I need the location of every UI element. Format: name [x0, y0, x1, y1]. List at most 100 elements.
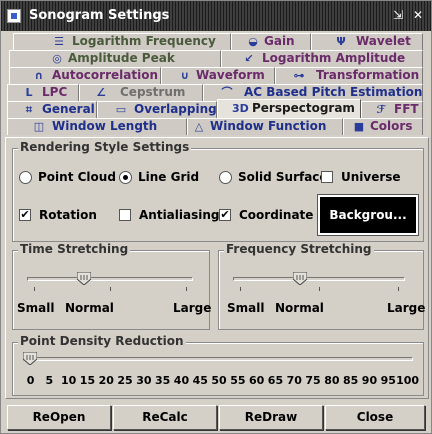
checkbox-box: ✔ [219, 208, 231, 221]
freq-stretch-thumb[interactable] [293, 272, 308, 285]
radio-indicator [19, 170, 32, 184]
density-tick-label: 30 [136, 374, 152, 387]
density-tick-label: 50 [211, 374, 227, 387]
time-large-label: Large [173, 301, 212, 315]
time-stretch-thumb[interactable] [77, 272, 92, 285]
density-tick-label: 55 [230, 374, 246, 387]
frequency-stretching-panel: Frequency Stretching Small Normal Large [218, 242, 426, 330]
slider-tick [34, 287, 35, 291]
window-length-icon: ◫ [33, 120, 45, 133]
tab-autocorrelation[interactable]: ∩ Autocorrelation [9, 67, 161, 84]
tab-lpc[interactable]: L LPC [7, 84, 79, 101]
time-stretching-panel: Time Stretching Small Normal Large [12, 242, 212, 330]
rotation-checkbox[interactable]: ✔ Rotation [19, 208, 97, 222]
density-tick-label: 0 [26, 374, 35, 387]
tab-overlapping[interactable]: ▭ Overlapping [97, 101, 217, 118]
perspectogram-icon: 3D [232, 102, 249, 115]
tab-logarithm-frequency[interactable]: ☰ Logarithm Frequency [13, 33, 231, 50]
coordinate-checkbox[interactable]: ✔ Coordinate ... [219, 208, 331, 222]
background-color-button[interactable]: Backgrou... [317, 194, 419, 236]
antialiasing-checkbox[interactable]: Antialiasing [119, 208, 220, 222]
gain-icon: ◒ [248, 35, 258, 48]
density-tick-label: 15 [79, 374, 96, 387]
density-thumb[interactable] [23, 352, 37, 365]
tab-perspectogram[interactable]: 3D Perspectogram [217, 99, 361, 118]
overlapping-icon: ▭ [115, 103, 127, 116]
window-function-icon: △ [194, 120, 204, 133]
tab-logarithm-amplitude[interactable]: ↙ Logarithm Amplitude [221, 50, 423, 67]
tab-colors[interactable]: ■ Colors [343, 118, 423, 135]
density-track[interactable] [23, 357, 413, 361]
time-normal-label: Normal [65, 301, 114, 315]
waveform-icon: ∪ [180, 69, 190, 82]
freq-normal-label: Normal [275, 301, 324, 315]
density-tick-label: 60 [249, 374, 265, 387]
tab-waveform[interactable]: ∪ Waveform [161, 67, 275, 84]
settings-window: Sonogram Settings ⇲ ✕ ☰ Logarithm Freque… [0, 0, 432, 434]
tab-cepstrum[interactable]: ∠ Cepstrum [79, 84, 203, 101]
lpc-icon: L [25, 86, 33, 99]
slider-tick [110, 287, 111, 291]
radio-indicator [219, 170, 232, 184]
density-tick-label: 40 [173, 374, 190, 387]
tab-fft[interactable]: ℱ FFT [361, 101, 423, 118]
rendering-style-panel: Rendering Style Settings Point Cloud Lin… [12, 140, 424, 242]
fft-icon: ℱ [376, 103, 386, 116]
tab-wavelet[interactable]: Ψ Wavelet [311, 33, 423, 50]
tab-window-length[interactable]: ◫ Window Length [7, 118, 187, 135]
title-bar[interactable]: Sonogram Settings ⇲ ✕ [1, 1, 431, 31]
tab-amplitude-peak[interactable]: ◎ Amplitude Peak [9, 50, 221, 67]
point-cloud-radio[interactable]: Point Cloud [19, 170, 116, 184]
wavelet-icon: Ψ [336, 35, 346, 48]
tab-strip: ☰ Logarithm Frequency ◒ Gain Ψ Wavelet ◎… [5, 33, 429, 137]
time-stretching-title: Time Stretching [18, 242, 131, 256]
tab-gain[interactable]: ◒ Gain [231, 33, 311, 50]
restore-icon[interactable]: ⇲ [391, 8, 405, 22]
autocorrelation-icon: ∩ [34, 69, 44, 82]
colors-icon: ■ [353, 120, 365, 133]
transformation-icon: ⊶ [293, 69, 305, 82]
point-density-title: Point Density Reduction [18, 334, 186, 348]
density-tick-label: 10 [61, 374, 77, 387]
radio-indicator [119, 170, 132, 184]
density-tick-label: 5 [45, 374, 54, 387]
density-tick-label: 75 [305, 374, 321, 387]
density-tick-label: 90 [361, 374, 378, 387]
freq-stretch-track[interactable] [233, 277, 405, 281]
tab-content: Rendering Style Settings Point Cloud Lin… [5, 137, 429, 399]
universe-checkbox[interactable]: Universe [321, 170, 401, 184]
checkbox-box: ✔ [19, 208, 31, 221]
time-stretch-track[interactable] [27, 277, 193, 281]
line-grid-label: Line Grid [138, 170, 200, 184]
slider-tick [319, 287, 320, 291]
density-tick-label: 80 [324, 374, 340, 387]
reopen-button[interactable]: ReOpen [7, 405, 111, 430]
frequency-stretching-title: Frequency Stretching [224, 242, 374, 256]
log-frequency-icon: ☰ [54, 35, 64, 48]
solid-surface-label: Solid Surface [238, 170, 328, 184]
density-tick-label: 25 [117, 374, 133, 387]
density-tick-label: 20 [98, 374, 114, 387]
density-tick-label: 65 [267, 374, 284, 387]
close-button[interactable]: Close [325, 405, 425, 430]
density-tick-label: 100 [396, 374, 420, 387]
density-tick-label: 35 [155, 374, 171, 387]
amplitude-peak-icon: ◎ [52, 52, 62, 65]
app-icon [7, 9, 21, 23]
log-amplitude-icon: ↙ [244, 52, 254, 65]
density-tick-label: 45 [192, 374, 208, 387]
tab-transformation[interactable]: ⊶ Transformation [275, 67, 423, 84]
tab-window-function[interactable]: △ Window Function [187, 118, 343, 135]
rotation-label: Rotation [39, 208, 97, 222]
freq-large-label: Large [387, 301, 426, 315]
universe-label: Universe [341, 170, 401, 184]
tab-general[interactable]: ⌗ General [7, 101, 97, 118]
checkbox-box [321, 171, 333, 183]
close-icon[interactable]: ✕ [411, 8, 425, 22]
rendering-style-title: Rendering Style Settings [18, 140, 192, 154]
line-grid-radio[interactable]: Line Grid [119, 170, 199, 184]
slider-tick [240, 287, 241, 291]
recalc-button[interactable]: ReCalc [113, 405, 217, 430]
solid-surface-radio[interactable]: Solid Surface [219, 170, 328, 184]
redraw-button[interactable]: ReDraw [219, 405, 323, 430]
